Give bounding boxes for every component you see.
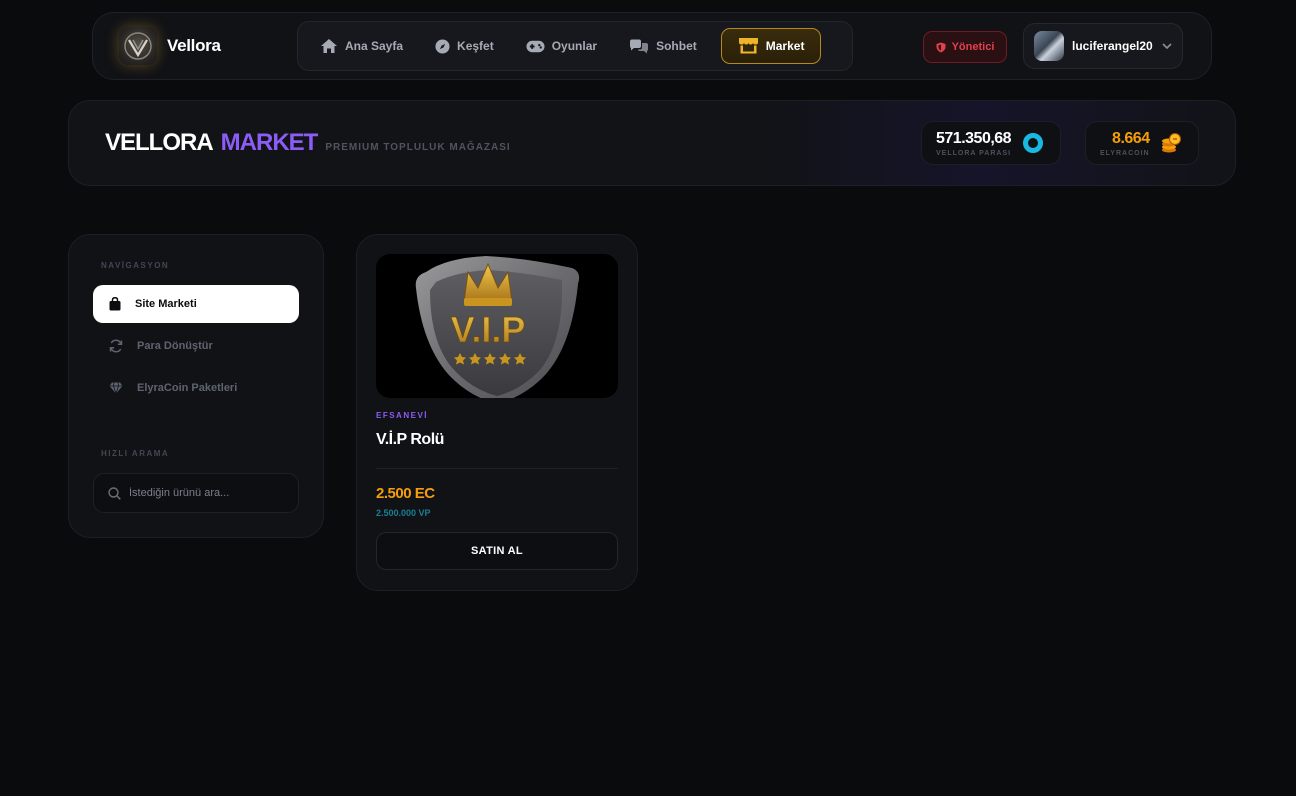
user-menu[interactable]: luciferangel20 <box>1023 23 1183 69</box>
chevron-down-icon <box>1162 43 1172 49</box>
avatar <box>1034 31 1064 61</box>
nav-item-explore[interactable]: Keşfet <box>419 28 510 64</box>
wallet-vellora-parasi: 571.350,68 VELLORA PARASI <box>921 121 1061 165</box>
title-word-vellora: VELLORA <box>105 129 214 156</box>
sidebar-item-label: Para Dönüştür <box>137 340 213 352</box>
rarity-label: EFSANEVİ <box>376 411 429 420</box>
page-title: VELLORA MARKET PREMIUM TOPLULUK MAĞAZASI <box>105 129 511 157</box>
shopping-bag-icon <box>109 297 121 311</box>
shield-icon <box>936 42 946 52</box>
divider <box>376 468 618 469</box>
nav-item-label: Market <box>765 39 805 53</box>
product-image: V.I.P <box>376 254 618 398</box>
refresh-icon <box>109 339 123 353</box>
gem-icon <box>109 382 123 394</box>
brand-name: Vellora <box>167 36 221 55</box>
nav-item-home[interactable]: Ana Sayfa <box>304 28 419 64</box>
nav-item-games[interactable]: Oyunlar <box>510 28 613 64</box>
gamepad-icon <box>526 40 545 52</box>
page-subtitle: PREMIUM TOPLULUK MAĞAZASI <box>325 142 511 153</box>
ec-label: ELYRACOIN <box>1100 149 1150 157</box>
nav-item-label: Keşfet <box>457 39 494 53</box>
wallet-elyracoin: 8.664 ELYRACOIN <box>1085 121 1199 165</box>
nav-item-chat[interactable]: Sohbet <box>613 28 713 64</box>
product-name: V.İ.P Rolü <box>376 431 444 448</box>
coins-stack-icon <box>1161 133 1181 153</box>
sidebar-item-para-donustur[interactable]: Para Dönüştür <box>93 327 299 365</box>
sidebar-search-title: HIZLI ARAMA <box>101 449 170 458</box>
nav-item-label: Ana Sayfa <box>345 39 404 53</box>
nav-item-label: Oyunlar <box>551 39 598 53</box>
vp-label: VELLORA PARASI <box>936 149 1012 157</box>
sidebar-nav-title: NAVİGASYON <box>101 261 170 270</box>
sidebar-item-label: Site Marketi <box>135 298 197 310</box>
chat-icon <box>630 39 649 53</box>
brand[interactable]: Vellora <box>119 27 221 65</box>
sidebar-item-elyracoin-paketleri[interactable]: ElyraCoin Paketleri <box>93 369 299 407</box>
sidebar-item-site-marketi[interactable]: Site Marketi <box>93 285 299 323</box>
image-caption: V.I.P <box>451 309 526 350</box>
market-header: VELLORA MARKET PREMIUM TOPLULUK MAĞAZASI… <box>68 100 1236 186</box>
vp-coin-icon <box>1023 133 1044 153</box>
user-name: luciferangel20 <box>1072 39 1153 53</box>
admin-badge[interactable]: Yönetici <box>923 31 1007 63</box>
vp-balance: 571.350,68 <box>936 129 1012 147</box>
ec-balance: 8.664 <box>1112 129 1150 147</box>
product-card: V.I.P EFSANEVİ V.İ.P Rolü 2.500 EC 2.500… <box>356 234 638 591</box>
search-icon <box>108 486 121 500</box>
top-navbar: Vellora Ana Sayfa Keşfet Oyunlar Sohbet … <box>92 12 1212 80</box>
price-vp: 2.500.000 VP <box>376 508 431 518</box>
admin-badge-label: Yönetici <box>951 41 995 53</box>
main-nav: Ana Sayfa Keşfet Oyunlar Sohbet Market <box>297 21 853 71</box>
home-icon <box>321 39 337 53</box>
search-box <box>93 473 299 513</box>
nav-item-market[interactable]: Market <box>720 28 822 64</box>
nav-item-label: Sohbet <box>656 39 697 53</box>
brand-logo-icon <box>119 27 157 65</box>
sidebar: NAVİGASYON Site Marketi Para Dönüştür El… <box>68 234 324 538</box>
title-word-market: MARKET <box>220 129 319 156</box>
price-ec: 2.500 EC <box>376 485 435 502</box>
search-input[interactable] <box>129 487 289 499</box>
buy-button[interactable]: SATIN AL <box>376 532 618 570</box>
compass-icon <box>435 38 450 54</box>
sidebar-item-label: ElyraCoin Paketleri <box>137 382 238 394</box>
store-icon <box>738 38 758 54</box>
